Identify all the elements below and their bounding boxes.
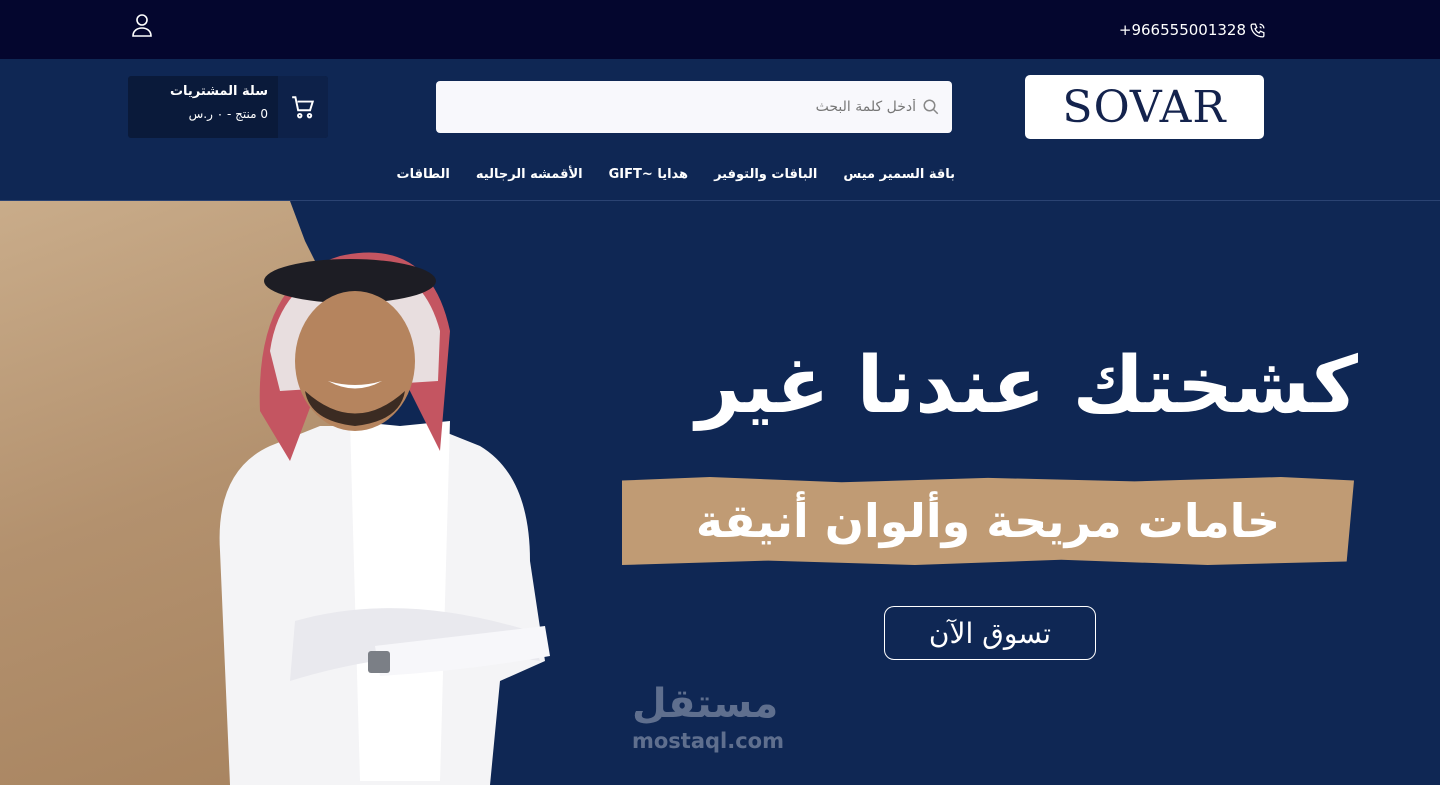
search-bar: [436, 81, 952, 133]
cart-button[interactable]: سلة المشتريات 0 منتج - ٠ ر.س: [128, 76, 328, 138]
model-illustration: [219, 252, 550, 785]
main-header: SOVAR سلة المشتريات 0 منتج - ٠ ر.س باقة …: [0, 59, 1440, 201]
search-icon[interactable]: [922, 98, 940, 116]
phone-number: +966555001328: [1118, 21, 1246, 39]
shop-now-button[interactable]: تسوق الآن: [884, 606, 1096, 660]
cart-summary: 0 منتج - ٠ ر.س: [188, 107, 268, 121]
nav-item-samir-mais[interactable]: باقة السمير ميس: [843, 167, 955, 182]
search-input[interactable]: [456, 99, 916, 115]
cart-icon-box: [278, 76, 328, 138]
store-logo[interactable]: SOVAR: [1025, 75, 1264, 139]
nav-item-gifts[interactable]: هدايا ~GIFT: [609, 167, 688, 182]
nav-item-mens-fabrics[interactable]: الأقمشه الرجاليه: [476, 167, 583, 182]
hero-banner[interactable]: كشختك عندنا غير خامات مريحة وألوان أنيقة…: [0, 201, 1440, 785]
watermark-arabic: مستقل: [632, 681, 779, 727]
user-icon: [132, 14, 152, 37]
hero-headline: كشختك عندنا غير: [695, 341, 1358, 431]
cart-title: سلة المشتريات: [169, 84, 268, 99]
account-link[interactable]: [130, 12, 154, 38]
mostaql-watermark: مستقل mostaql.com: [632, 681, 808, 771]
phone-icon: [1250, 22, 1265, 38]
hero-subheadline-strip: خامات مريحة وألوان أنيقة: [622, 477, 1354, 565]
hero-subheadline: خامات مريحة وألوان أنيقة: [695, 494, 1281, 548]
cart-icon: [292, 96, 315, 119]
nav-item-bundles[interactable]: الباقات والتوفير: [714, 167, 817, 182]
watermark-latin: mostaql.com: [632, 729, 784, 753]
phone-contact[interactable]: +966555001328: [1119, 21, 1266, 39]
top-bar: +966555001328: [0, 0, 1440, 59]
logo-text: SOVAR: [1062, 81, 1227, 133]
nav-item-rolls[interactable]: الطاقات: [397, 167, 450, 182]
main-nav: باقة السمير ميس الباقات والتوفير هدايا ~…: [397, 167, 955, 182]
